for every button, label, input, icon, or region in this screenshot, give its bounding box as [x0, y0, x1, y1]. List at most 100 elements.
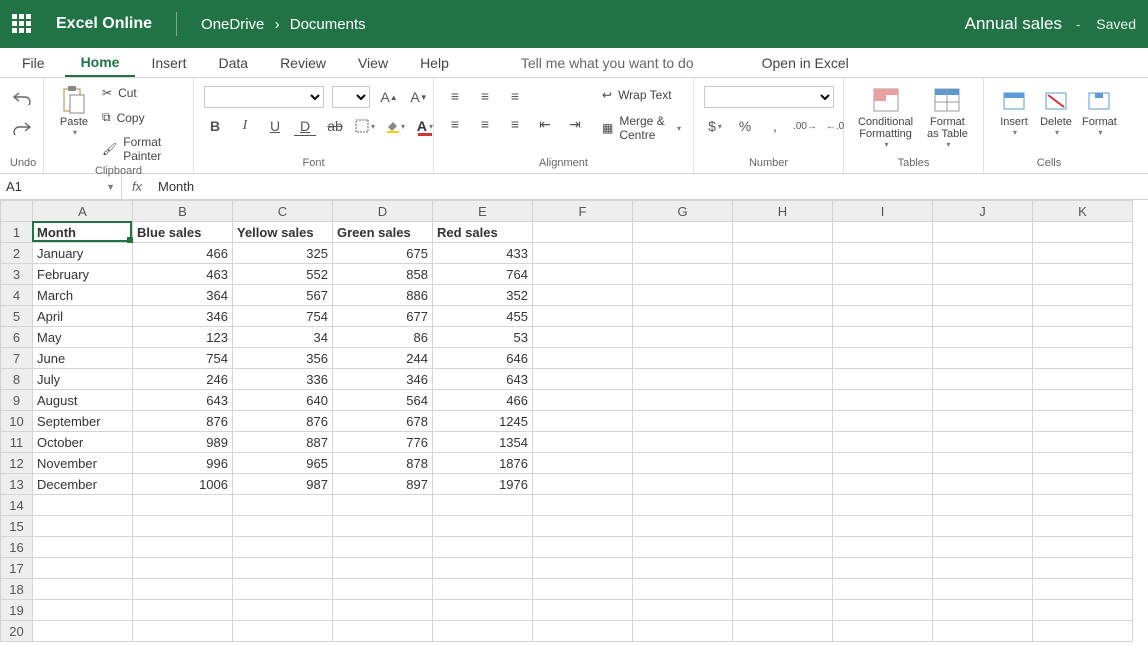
cell-C1[interactable]: Yellow sales: [233, 222, 333, 243]
cell-C15[interactable]: [233, 516, 333, 537]
cell-G14[interactable]: [633, 495, 733, 516]
breadcrumb-folder[interactable]: Documents: [290, 16, 366, 33]
cell-F19[interactable]: [533, 600, 633, 621]
cell-J1[interactable]: [933, 222, 1033, 243]
cell-D18[interactable]: [333, 579, 433, 600]
cell-K17[interactable]: [1033, 558, 1133, 579]
cell-G10[interactable]: [633, 411, 733, 432]
cell-A3[interactable]: February: [33, 264, 133, 285]
cell-D20[interactable]: [333, 621, 433, 642]
row-header-4[interactable]: 4: [1, 285, 33, 306]
align-middle-button[interactable]: ≡: [474, 86, 496, 106]
bold-button[interactable]: B: [204, 116, 226, 136]
shrink-font-button[interactable]: A▼: [408, 87, 430, 107]
cell-I16[interactable]: [833, 537, 933, 558]
cell-B6[interactable]: 123: [133, 327, 233, 348]
row-header-18[interactable]: 18: [1, 579, 33, 600]
underline-button[interactable]: U: [264, 116, 286, 136]
cell-B9[interactable]: 643: [133, 390, 233, 411]
cell-E8[interactable]: 643: [433, 369, 533, 390]
cell-C6[interactable]: 34: [233, 327, 333, 348]
cell-A7[interactable]: June: [33, 348, 133, 369]
increase-decimal-button[interactable]: .00→: [794, 116, 816, 136]
tab-insert[interactable]: Insert: [135, 48, 202, 77]
cell-A5[interactable]: April: [33, 306, 133, 327]
column-header-B[interactable]: B: [133, 201, 233, 222]
cell-K15[interactable]: [1033, 516, 1133, 537]
cell-A14[interactable]: [33, 495, 133, 516]
cell-K11[interactable]: [1033, 432, 1133, 453]
number-format-select[interactable]: [704, 86, 834, 108]
cell-G7[interactable]: [633, 348, 733, 369]
row-header-1[interactable]: 1: [1, 222, 33, 243]
cell-K12[interactable]: [1033, 453, 1133, 474]
cell-F11[interactable]: [533, 432, 633, 453]
cell-D13[interactable]: 897: [333, 474, 433, 495]
cell-G19[interactable]: [633, 600, 733, 621]
cell-F15[interactable]: [533, 516, 633, 537]
row-header-11[interactable]: 11: [1, 432, 33, 453]
conditional-formatting-button[interactable]: ConditionalFormatting: [854, 82, 917, 151]
cell-I12[interactable]: [833, 453, 933, 474]
cell-C17[interactable]: [233, 558, 333, 579]
select-all-corner[interactable]: [1, 201, 33, 222]
font-name-select[interactable]: [204, 86, 324, 108]
tab-help[interactable]: Help: [404, 48, 465, 77]
cell-I18[interactable]: [833, 579, 933, 600]
cell-D6[interactable]: 86: [333, 327, 433, 348]
align-right-button[interactable]: ≡: [504, 114, 526, 134]
cell-E13[interactable]: 1976: [433, 474, 533, 495]
column-header-G[interactable]: G: [633, 201, 733, 222]
format-cells-button[interactable]: Format: [1078, 82, 1121, 139]
cell-G20[interactable]: [633, 621, 733, 642]
cell-C5[interactable]: 754: [233, 306, 333, 327]
cell-A1[interactable]: Month: [33, 222, 133, 243]
cell-J7[interactable]: [933, 348, 1033, 369]
cell-H8[interactable]: [733, 369, 833, 390]
row-header-5[interactable]: 5: [1, 306, 33, 327]
merge-center-button[interactable]: ▦Merge & Centre: [600, 112, 683, 144]
tell-me-search[interactable]: Tell me what you want to do: [505, 48, 710, 77]
double-underline-button[interactable]: D: [294, 116, 316, 136]
cell-A19[interactable]: [33, 600, 133, 621]
cell-B20[interactable]: [133, 621, 233, 642]
row-header-8[interactable]: 8: [1, 369, 33, 390]
cell-D12[interactable]: 878: [333, 453, 433, 474]
cell-F18[interactable]: [533, 579, 633, 600]
cell-A2[interactable]: January: [33, 243, 133, 264]
column-header-D[interactable]: D: [333, 201, 433, 222]
cell-D4[interactable]: 886: [333, 285, 433, 306]
cell-G16[interactable]: [633, 537, 733, 558]
cell-B4[interactable]: 364: [133, 285, 233, 306]
font-color-button[interactable]: A: [414, 116, 436, 136]
cell-F13[interactable]: [533, 474, 633, 495]
cell-B5[interactable]: 346: [133, 306, 233, 327]
cell-D15[interactable]: [333, 516, 433, 537]
cell-E14[interactable]: [433, 495, 533, 516]
cell-I2[interactable]: [833, 243, 933, 264]
cell-F5[interactable]: [533, 306, 633, 327]
cell-G11[interactable]: [633, 432, 733, 453]
cell-E19[interactable]: [433, 600, 533, 621]
row-header-19[interactable]: 19: [1, 600, 33, 621]
cell-B3[interactable]: 463: [133, 264, 233, 285]
cell-D11[interactable]: 776: [333, 432, 433, 453]
increase-indent-button[interactable]: ⇥: [564, 114, 586, 134]
cell-F7[interactable]: [533, 348, 633, 369]
tab-view[interactable]: View: [342, 48, 404, 77]
cell-G5[interactable]: [633, 306, 733, 327]
row-header-12[interactable]: 12: [1, 453, 33, 474]
cell-I19[interactable]: [833, 600, 933, 621]
cell-B18[interactable]: [133, 579, 233, 600]
row-header-7[interactable]: 7: [1, 348, 33, 369]
cell-G3[interactable]: [633, 264, 733, 285]
cell-H2[interactable]: [733, 243, 833, 264]
borders-button[interactable]: [354, 116, 376, 136]
cell-A11[interactable]: October: [33, 432, 133, 453]
cell-I5[interactable]: [833, 306, 933, 327]
cell-H12[interactable]: [733, 453, 833, 474]
cell-B11[interactable]: 989: [133, 432, 233, 453]
cell-D14[interactable]: [333, 495, 433, 516]
cell-J16[interactable]: [933, 537, 1033, 558]
row-header-2[interactable]: 2: [1, 243, 33, 264]
